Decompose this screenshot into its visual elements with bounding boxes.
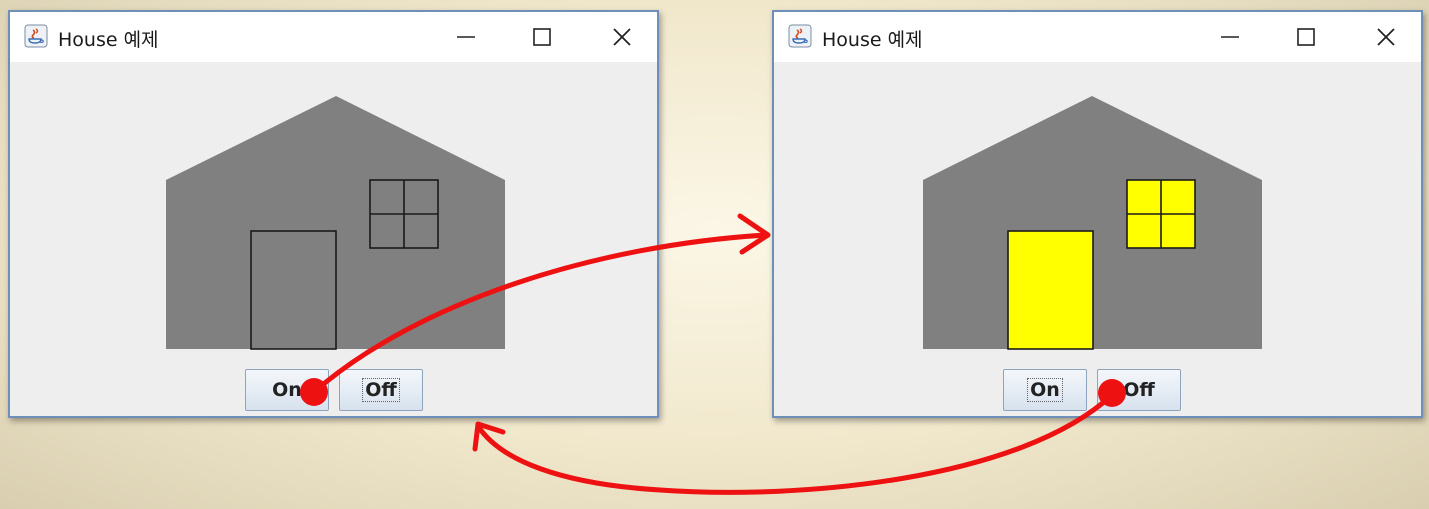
on-button[interactable]: On [245, 369, 329, 411]
house-window [369, 179, 439, 249]
close-button[interactable] [602, 20, 642, 54]
off-button[interactable]: Off [1097, 369, 1181, 411]
java-app-icon [788, 24, 812, 48]
house-window [1126, 179, 1196, 249]
title-bar[interactable]: House 예제 [10, 12, 657, 62]
maximize-icon [1297, 28, 1315, 46]
content-panel: On Off [10, 62, 657, 416]
on-button-label: On [272, 379, 302, 401]
maximize-button[interactable] [522, 20, 562, 54]
arrowhead-right [737, 213, 771, 255]
close-button[interactable] [1366, 20, 1406, 54]
arrowhead-left [472, 421, 506, 452]
close-icon [1377, 28, 1395, 46]
on-button[interactable]: On [1003, 369, 1087, 411]
window-house-off: House 예제 On Off [8, 10, 659, 418]
house-door [250, 230, 337, 350]
java-app-icon [24, 24, 48, 48]
close-icon [613, 28, 631, 46]
minimize-icon [1221, 36, 1239, 38]
house-drawing [923, 96, 1262, 350]
minimize-button[interactable] [1210, 20, 1250, 54]
window-title: House 예제 [58, 29, 159, 51]
off-button-label: Off [362, 378, 400, 402]
on-button-label: On [1027, 378, 1063, 402]
maximize-icon [533, 28, 551, 46]
maximize-button[interactable] [1286, 20, 1326, 54]
minimize-icon [457, 36, 475, 38]
house-door [1007, 230, 1094, 350]
window-house-on: House 예제 On Off [772, 10, 1423, 418]
off-button-label: Off [1123, 379, 1155, 401]
minimize-button[interactable] [446, 20, 486, 54]
window-title: House 예제 [822, 29, 923, 51]
house-drawing [166, 96, 505, 350]
title-bar[interactable]: House 예제 [774, 12, 1421, 62]
content-panel: On Off [774, 62, 1421, 416]
off-button[interactable]: Off [339, 369, 423, 411]
